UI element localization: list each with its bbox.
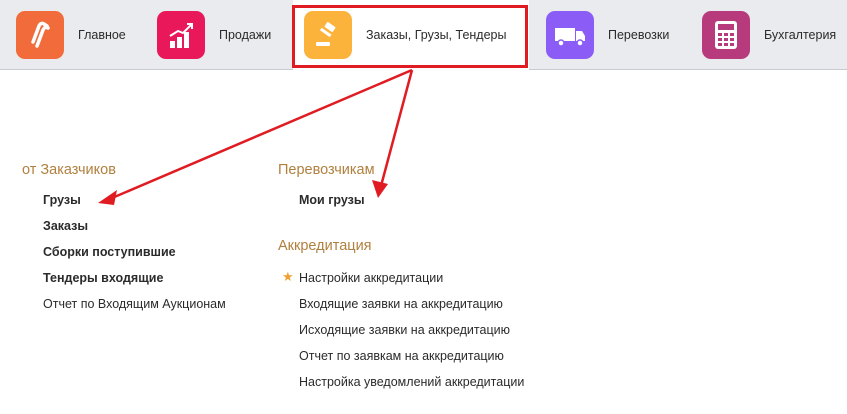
- calculator-icon: [702, 11, 750, 59]
- star-icon: ★: [282, 269, 294, 284]
- chart-icon: [157, 11, 205, 59]
- link-incoming-tenders[interactable]: Тендеры входящие: [43, 271, 163, 285]
- tab-main-label: Главное: [78, 28, 126, 42]
- link-accreditation-settings[interactable]: Настройки аккредитации: [299, 271, 443, 285]
- truck-icon: [546, 11, 594, 59]
- logo-icon: [16, 11, 64, 59]
- link-incoming-auctions-report[interactable]: Отчет по Входящим Аукционам: [43, 297, 226, 311]
- tab-transport[interactable]: Перевозки: [546, 0, 669, 70]
- link-orders[interactable]: Заказы: [43, 219, 88, 233]
- arrowhead-cargo: [98, 190, 117, 205]
- arrow-to-cargo: [111, 68, 413, 200]
- arrowhead-my-cargo: [372, 180, 388, 198]
- link-incoming-assemblies[interactable]: Сборки поступившие: [43, 245, 176, 259]
- link-accreditation-notifications[interactable]: Настройка уведомлений аккредитации: [299, 375, 524, 389]
- tab-accounting[interactable]: Бухгалтерия: [702, 0, 836, 70]
- link-outgoing-accreditation-requests[interactable]: Исходящие заявки на аккредитацию: [299, 323, 510, 337]
- tab-accounting-label: Бухгалтерия: [764, 28, 837, 42]
- top-nav-bar: Главное Продажи Заказы, Грузы, Тендеры П…: [0, 0, 847, 70]
- link-my-cargo[interactable]: Мои грузы: [299, 193, 365, 207]
- link-incoming-accreditation-requests[interactable]: Входящие заявки на аккредитацию: [299, 297, 503, 311]
- arrow-to-my-cargo: [379, 69, 414, 187]
- tab-main[interactable]: Главное: [16, 0, 126, 70]
- tab-sales[interactable]: Продажи: [157, 0, 271, 70]
- section-title-carriers: Перевозчикам: [278, 162, 375, 178]
- section-title-from-customers: от Заказчиков: [22, 162, 116, 178]
- tab-orders-cargo-tenders[interactable]: Заказы, Грузы, Тендеры: [293, 0, 529, 70]
- section-title-accreditation: Аккредитация: [278, 238, 372, 254]
- link-accreditation-report[interactable]: Отчет по заявкам на аккредитацию: [299, 349, 504, 363]
- tab-transport-label: Перевозки: [608, 28, 670, 42]
- tab-sales-label: Продажи: [219, 28, 272, 42]
- gavel-icon: [304, 11, 352, 59]
- tab-orders-label: Заказы, Грузы, Тендеры: [366, 28, 507, 42]
- link-cargo[interactable]: Грузы: [43, 193, 81, 207]
